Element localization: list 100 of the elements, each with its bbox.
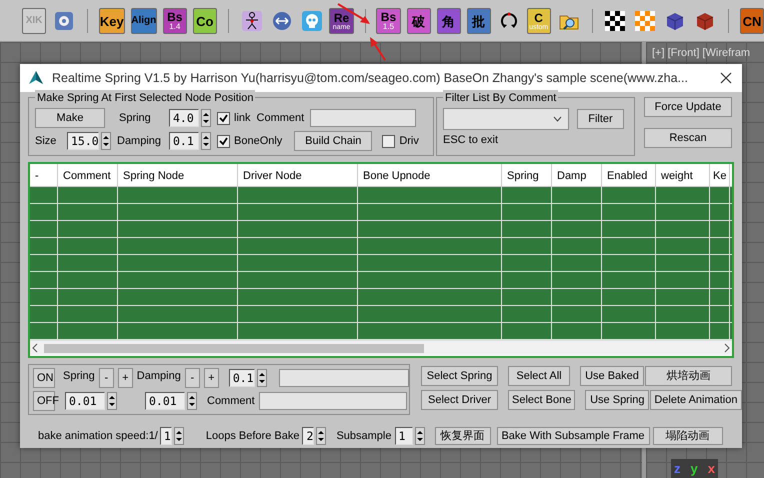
toolbar-button[interactable]: CN: [740, 8, 764, 34]
comment-field[interactable]: [310, 109, 416, 127]
spinner-arrows-icon[interactable]: [187, 392, 197, 410]
label: Damping: [136, 369, 181, 384]
number-field[interactable]: 4.0: [169, 109, 199, 127]
button[interactable]: 恢复界面: [434, 427, 490, 445]
column-header[interactable]: Spring Node: [118, 164, 238, 186]
column-header[interactable]: -: [30, 164, 58, 186]
toolbar-button[interactable]: Bs 1.4: [162, 8, 187, 34]
button[interactable]: +: [118, 368, 133, 388]
button[interactable]: Select Bone: [508, 390, 576, 410]
label: Spring: [119, 110, 152, 126]
axis-label: x: [708, 460, 715, 478]
hint-text: ESC to exit: [443, 133, 500, 148]
scroll-right-icon: [722, 341, 732, 355]
label: Comment: [256, 110, 304, 126]
label: Damping: [117, 134, 162, 149]
toolbar-button[interactable]: Key: [98, 8, 125, 34]
button[interactable]: Filter: [577, 109, 624, 129]
spinner-arrows-icon[interactable]: [107, 392, 117, 410]
annotation-arrow: [336, 2, 372, 26]
group-title: Make Spring At First Selected Node Position: [35, 90, 256, 106]
column-header[interactable]: weight: [656, 164, 710, 186]
column-header[interactable]: Driver Node: [238, 164, 358, 186]
spinner-arrows-icon[interactable]: [201, 109, 211, 127]
number-field[interactable]: 15.0: [67, 132, 99, 150]
toolbar-button[interactable]: 角: [436, 8, 461, 34]
checkbox-label: Driv: [399, 134, 419, 149]
spinner-arrows-icon[interactable]: [174, 427, 184, 445]
button[interactable]: Force Update: [644, 97, 732, 117]
column-header[interactable]: Bone Upnode: [358, 164, 502, 186]
label: Size: [35, 134, 58, 149]
number-field[interactable]: 0.01: [65, 392, 105, 410]
skull-icon: [302, 11, 322, 31]
spinner-arrows-icon[interactable]: [256, 369, 267, 387]
button[interactable]: Select Driver: [421, 390, 498, 410]
button[interactable]: Select All: [508, 366, 570, 386]
button[interactable]: Use Spring: [585, 390, 650, 410]
checkbox-label: BoneOnly: [234, 134, 282, 149]
button[interactable]: Delete Animation: [650, 390, 742, 410]
toolbar-button[interactable]: 破: [406, 8, 431, 34]
number-field[interactable]: 2: [302, 427, 314, 445]
comment-field[interactable]: [258, 392, 407, 410]
dropdown[interactable]: [443, 108, 569, 130]
button[interactable]: Make: [35, 108, 105, 128]
toolbar-button[interactable]: [240, 8, 264, 34]
close-icon[interactable]: [720, 72, 732, 84]
chevron-down-icon: [553, 116, 562, 122]
label: Spring: [63, 369, 95, 384]
column-header[interactable]: Comment: [58, 164, 118, 186]
checkbox[interactable]: [382, 134, 396, 148]
label: Loops Before Bake: [206, 428, 300, 444]
button[interactable]: -: [184, 368, 200, 388]
number-field[interactable]: 0.1: [169, 132, 199, 150]
button[interactable]: -: [98, 368, 114, 388]
column-header[interactable]: Damp: [552, 164, 602, 186]
annotation-arrow: [368, 36, 388, 62]
column-header[interactable]: Enabled: [602, 164, 656, 186]
button[interactable]: Select Spring: [421, 366, 498, 386]
text-field[interactable]: [278, 369, 409, 387]
window-title: Realtime Spring V1.5 by Harrison Yu(harrisyu@tom.com/seageo.com) BaseOn Zhangy's sample scene(www.zha...: [52, 70, 689, 87]
toolbar-button[interactable]: Co: [192, 8, 217, 34]
checkbox[interactable]: [217, 112, 230, 124]
axis-label: z: [674, 460, 680, 478]
column-header[interactable]: Ke: [710, 164, 730, 186]
axis-label: y: [690, 460, 698, 478]
label: bake animation speed:1/: [38, 428, 158, 444]
number-field[interactable]: 0.1: [228, 369, 255, 387]
check-icon: [219, 136, 228, 146]
button[interactable]: Use Baked: [580, 366, 644, 386]
button[interactable]: 塌陷动画: [652, 427, 722, 445]
label: Comment: [207, 394, 255, 409]
button[interactable]: +: [204, 368, 219, 388]
spinner-arrows-icon[interactable]: [201, 132, 211, 150]
spinner-arrows-icon[interactable]: [316, 427, 326, 445]
label: Subsample: [336, 428, 392, 444]
viewport-label[interactable]: [+] [Front] [Wirefram: [646, 42, 764, 62]
spinner-arrows-icon[interactable]: [414, 427, 424, 445]
toolbar-button[interactable]: Align: [130, 8, 157, 34]
button[interactable]: Bake With Subsample Frame: [496, 427, 650, 445]
logo-icon: [28, 70, 44, 86]
button[interactable]: ON: [33, 368, 55, 388]
number-field[interactable]: 0.01: [145, 392, 185, 410]
button[interactable]: 烘培动画: [645, 366, 732, 386]
checkbox[interactable]: [217, 134, 230, 148]
number-field[interactable]: 1: [160, 427, 172, 445]
number-field[interactable]: 1: [394, 427, 412, 445]
button[interactable]: Build Chain: [294, 131, 372, 151]
spinner-arrows-icon[interactable]: [101, 132, 111, 150]
horizontal-scrollbar[interactable]: [30, 340, 732, 355]
toolbar-button[interactable]: 批: [466, 8, 491, 34]
check-icon: [219, 114, 228, 122]
rotate-icon: [498, 11, 519, 31]
person-icon: [242, 11, 262, 31]
column-header[interactable]: Spring: [502, 164, 552, 186]
scroll-left-icon: [30, 341, 40, 355]
checkbox-label: link: [234, 110, 251, 126]
toolbar-button[interactable]: Bs 1.5: [376, 8, 400, 34]
group-title: Filter List By Comment: [443, 90, 558, 106]
button[interactable]: Rescan: [644, 128, 732, 148]
